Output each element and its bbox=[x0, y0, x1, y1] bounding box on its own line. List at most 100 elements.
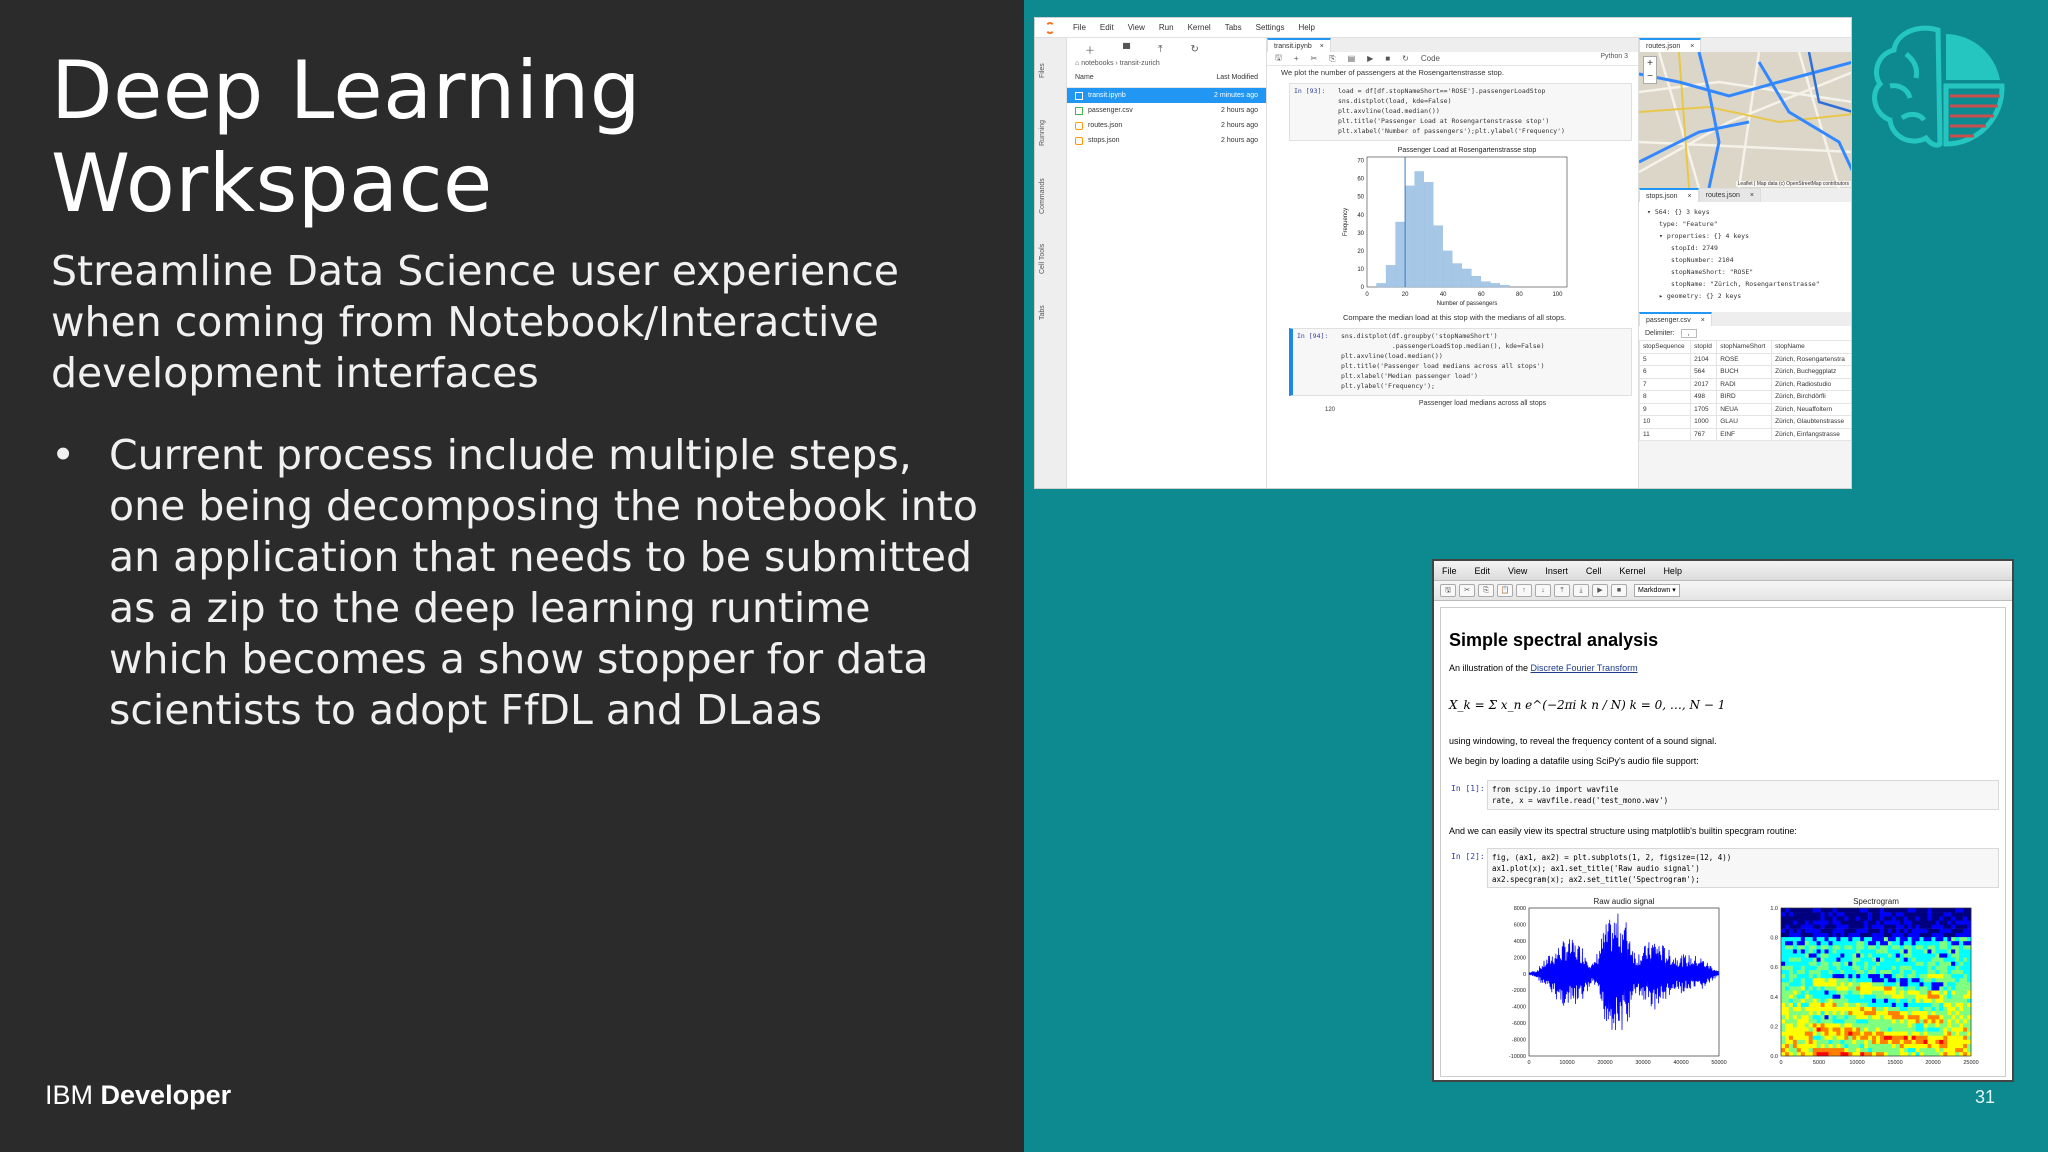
tab-routes-json-2[interactable]: routes.json × bbox=[1698, 188, 1761, 202]
cut-icon[interactable]: ✂ bbox=[1311, 54, 1318, 63]
csv-cell[interactable]: 1705 bbox=[1690, 402, 1718, 416]
file-row[interactable]: transit.ipynb 2 minutes ago bbox=[1067, 88, 1266, 103]
breadcrumb-path[interactable]: notebooks › transit-zurich bbox=[1081, 60, 1160, 67]
move-up-icon[interactable]: ↑ bbox=[1516, 584, 1532, 597]
upload-icon[interactable]: ⤒ bbox=[1158, 44, 1162, 55]
csv-row[interactable]: 10 1000 GLAU Zürich, Glaubtenstrasse bbox=[1638, 415, 1851, 429]
nb-menu-cell[interactable]: Cell bbox=[1586, 566, 1602, 576]
map-zoom-control[interactable]: + − bbox=[1643, 56, 1657, 84]
csv-row[interactable]: 8 498 BIRD Zürich, Birchdörfli bbox=[1638, 390, 1851, 404]
json-line[interactable]: ▾ 564: {} 3 keys bbox=[1647, 206, 1851, 218]
file-row[interactable]: stops.json 2 hours ago bbox=[1067, 133, 1266, 148]
csv-cell[interactable]: 5 bbox=[1638, 352, 1692, 366]
tab-passenger-csv[interactable]: passenger.csv × bbox=[1639, 312, 1712, 326]
csv-cell[interactable]: 10 bbox=[1638, 415, 1692, 429]
nb-menu-help[interactable]: Help bbox=[1663, 566, 1682, 576]
close-icon[interactable]: × bbox=[1750, 192, 1754, 199]
save-icon[interactable]: 🖫 bbox=[1440, 584, 1456, 597]
zoom-in-button[interactable]: + bbox=[1644, 57, 1656, 70]
stop-icon[interactable]: ■ bbox=[1611, 584, 1627, 597]
code-cell-active[interactable]: In [94]: sns.distplot(df.groupby('stopNa… bbox=[1289, 328, 1632, 396]
paste-icon[interactable]: ▤ bbox=[1348, 54, 1356, 63]
json-line[interactable]: ▾ properties: {} 4 keys bbox=[1647, 230, 1851, 242]
csv-cell[interactable]: Zürich, Neuaffoltern bbox=[1771, 402, 1851, 416]
nb-menu-edit[interactable]: Edit bbox=[1475, 566, 1491, 576]
jl-menu-kernel[interactable]: Kernel bbox=[1188, 23, 1211, 32]
csv-header-cell[interactable]: stopNameShort bbox=[1716, 340, 1773, 354]
csv-cell[interactable]: 8 bbox=[1638, 390, 1692, 404]
csv-header-cell[interactable]: stopId bbox=[1690, 340, 1718, 354]
csv-cell[interactable]: Zürich, Einfangstrasse bbox=[1771, 427, 1851, 441]
csv-header-cell[interactable]: stopName bbox=[1771, 340, 1851, 354]
csv-cell[interactable]: 767 bbox=[1690, 427, 1718, 441]
restart-icon[interactable]: ↻ bbox=[1402, 54, 1409, 63]
code-cell[interactable]: from scipy.io import wavfile rate, x = w… bbox=[1487, 780, 1999, 810]
csv-cell[interactable]: 6 bbox=[1638, 365, 1692, 379]
jl-menu-edit[interactable]: Edit bbox=[1100, 23, 1114, 32]
csv-cell[interactable]: 498 bbox=[1690, 390, 1718, 404]
home-icon[interactable]: ⌂ bbox=[1075, 60, 1079, 67]
csv-row[interactable]: 7 2017 RADI Zürich, Radiostudio bbox=[1638, 377, 1851, 391]
jl-menu-view[interactable]: View bbox=[1128, 23, 1145, 32]
csv-cell[interactable]: ROSE bbox=[1716, 352, 1773, 366]
run-icon[interactable]: ▶ bbox=[1367, 54, 1373, 63]
refresh-icon[interactable]: ↻ bbox=[1191, 44, 1199, 55]
file-row[interactable]: passenger.csv 2 hours ago bbox=[1067, 103, 1266, 118]
sidebar-tab-cell-tools[interactable]: Cell Tools bbox=[1039, 244, 1046, 274]
csv-header-cell[interactable]: stopSequence bbox=[1638, 340, 1692, 354]
stop-icon[interactable]: ■ bbox=[1385, 54, 1390, 63]
sidebar-tab-running[interactable]: Running bbox=[1039, 120, 1046, 146]
nb-menu-kernel[interactable]: Kernel bbox=[1619, 566, 1645, 576]
csv-cell[interactable]: NEUA bbox=[1716, 402, 1773, 416]
code-cell[interactable]: In [93]: load = df[df.stopNameShort=='RO… bbox=[1289, 83, 1632, 141]
json-line[interactable]: ▸ geometry: {} 2 keys bbox=[1647, 290, 1851, 302]
csv-cell[interactable]: EINF bbox=[1716, 427, 1773, 441]
dft-link[interactable]: Discrete Fourier Transform bbox=[1531, 663, 1638, 673]
header-name[interactable]: Name bbox=[1075, 74, 1094, 87]
close-icon[interactable]: × bbox=[1320, 43, 1324, 50]
jl-menu-help[interactable]: Help bbox=[1299, 23, 1315, 32]
jl-menu-run[interactable]: Run bbox=[1159, 23, 1174, 32]
cell-type-select[interactable]: Markdown ▾ bbox=[1634, 584, 1680, 597]
csv-cell[interactable]: Zürich, Rosengartenstra bbox=[1771, 352, 1851, 366]
csv-row[interactable]: 9 1705 NEUA Zürich, Neuaffoltern bbox=[1638, 402, 1851, 416]
close-icon[interactable]: × bbox=[1701, 317, 1705, 324]
copy-icon[interactable]: ⎘ bbox=[1478, 584, 1494, 597]
kernel-name[interactable]: Python 3 bbox=[1600, 53, 1628, 60]
move-down-icon[interactable]: ↓ bbox=[1535, 584, 1551, 597]
csv-cell[interactable]: 2104 bbox=[1690, 352, 1718, 366]
tab-transit-notebook[interactable]: transit.ipynb × bbox=[1267, 38, 1331, 52]
csv-row[interactable]: 6 564 BUCH Zürich, Bucheggplatz bbox=[1638, 365, 1851, 379]
jl-menu-file[interactable]: File bbox=[1073, 23, 1086, 32]
sidebar-tab-commands[interactable]: Commands bbox=[1039, 178, 1046, 214]
csv-cell[interactable]: 2017 bbox=[1690, 377, 1718, 391]
cut-icon[interactable]: ✂ bbox=[1459, 584, 1475, 597]
csv-cell[interactable]: BIRD bbox=[1716, 390, 1773, 404]
paste-icon[interactable]: 📋 bbox=[1497, 584, 1513, 597]
close-icon[interactable]: × bbox=[1690, 43, 1694, 50]
sidebar-tab-tabs[interactable]: Tabs bbox=[1039, 305, 1046, 320]
nb-menu-view[interactable]: View bbox=[1508, 566, 1527, 576]
map-attribution[interactable]: Leaflet | Map data (c) OpenStreetMap con… bbox=[1735, 181, 1851, 187]
csv-row[interactable]: 5 2104 ROSE Zürich, Rosengartenstra bbox=[1638, 352, 1851, 366]
sidebar-tab-files[interactable]: Files bbox=[1039, 63, 1046, 78]
close-icon[interactable]: × bbox=[1688, 193, 1692, 200]
csv-cell[interactable]: 11 bbox=[1638, 427, 1692, 441]
csv-cell[interactable]: 1000 bbox=[1690, 415, 1718, 429]
new-launcher-icon[interactable]: ＋ bbox=[1085, 42, 1095, 57]
csv-cell[interactable]: RADI bbox=[1716, 377, 1773, 391]
copy-icon[interactable]: ⎘ bbox=[1329, 54, 1335, 64]
csv-row[interactable]: 11 767 EINF Zürich, Einfangstrasse bbox=[1638, 427, 1851, 441]
csv-cell[interactable]: BUCH bbox=[1716, 365, 1773, 379]
csv-cell[interactable]: Zürich, Birchdörfli bbox=[1771, 390, 1851, 404]
markdown-cell[interactable]: We plot the number of passengers at the … bbox=[1267, 66, 1638, 77]
csv-cell[interactable]: Zürich, Radiostudio bbox=[1771, 377, 1851, 391]
jl-menu-settings[interactable]: Settings bbox=[1256, 23, 1285, 32]
csv-cell[interactable]: GLAU bbox=[1716, 415, 1773, 429]
delimiter-select[interactable]: , bbox=[1680, 328, 1697, 338]
tab-routes-json[interactable]: routes.json × bbox=[1639, 38, 1702, 52]
nb-menu-file[interactable]: File bbox=[1442, 566, 1457, 576]
csv-cell[interactable]: 564 bbox=[1690, 365, 1718, 379]
csv-cell[interactable]: Zürich, Glaubtenstrasse bbox=[1771, 415, 1851, 429]
zoom-out-button[interactable]: − bbox=[1644, 70, 1656, 83]
